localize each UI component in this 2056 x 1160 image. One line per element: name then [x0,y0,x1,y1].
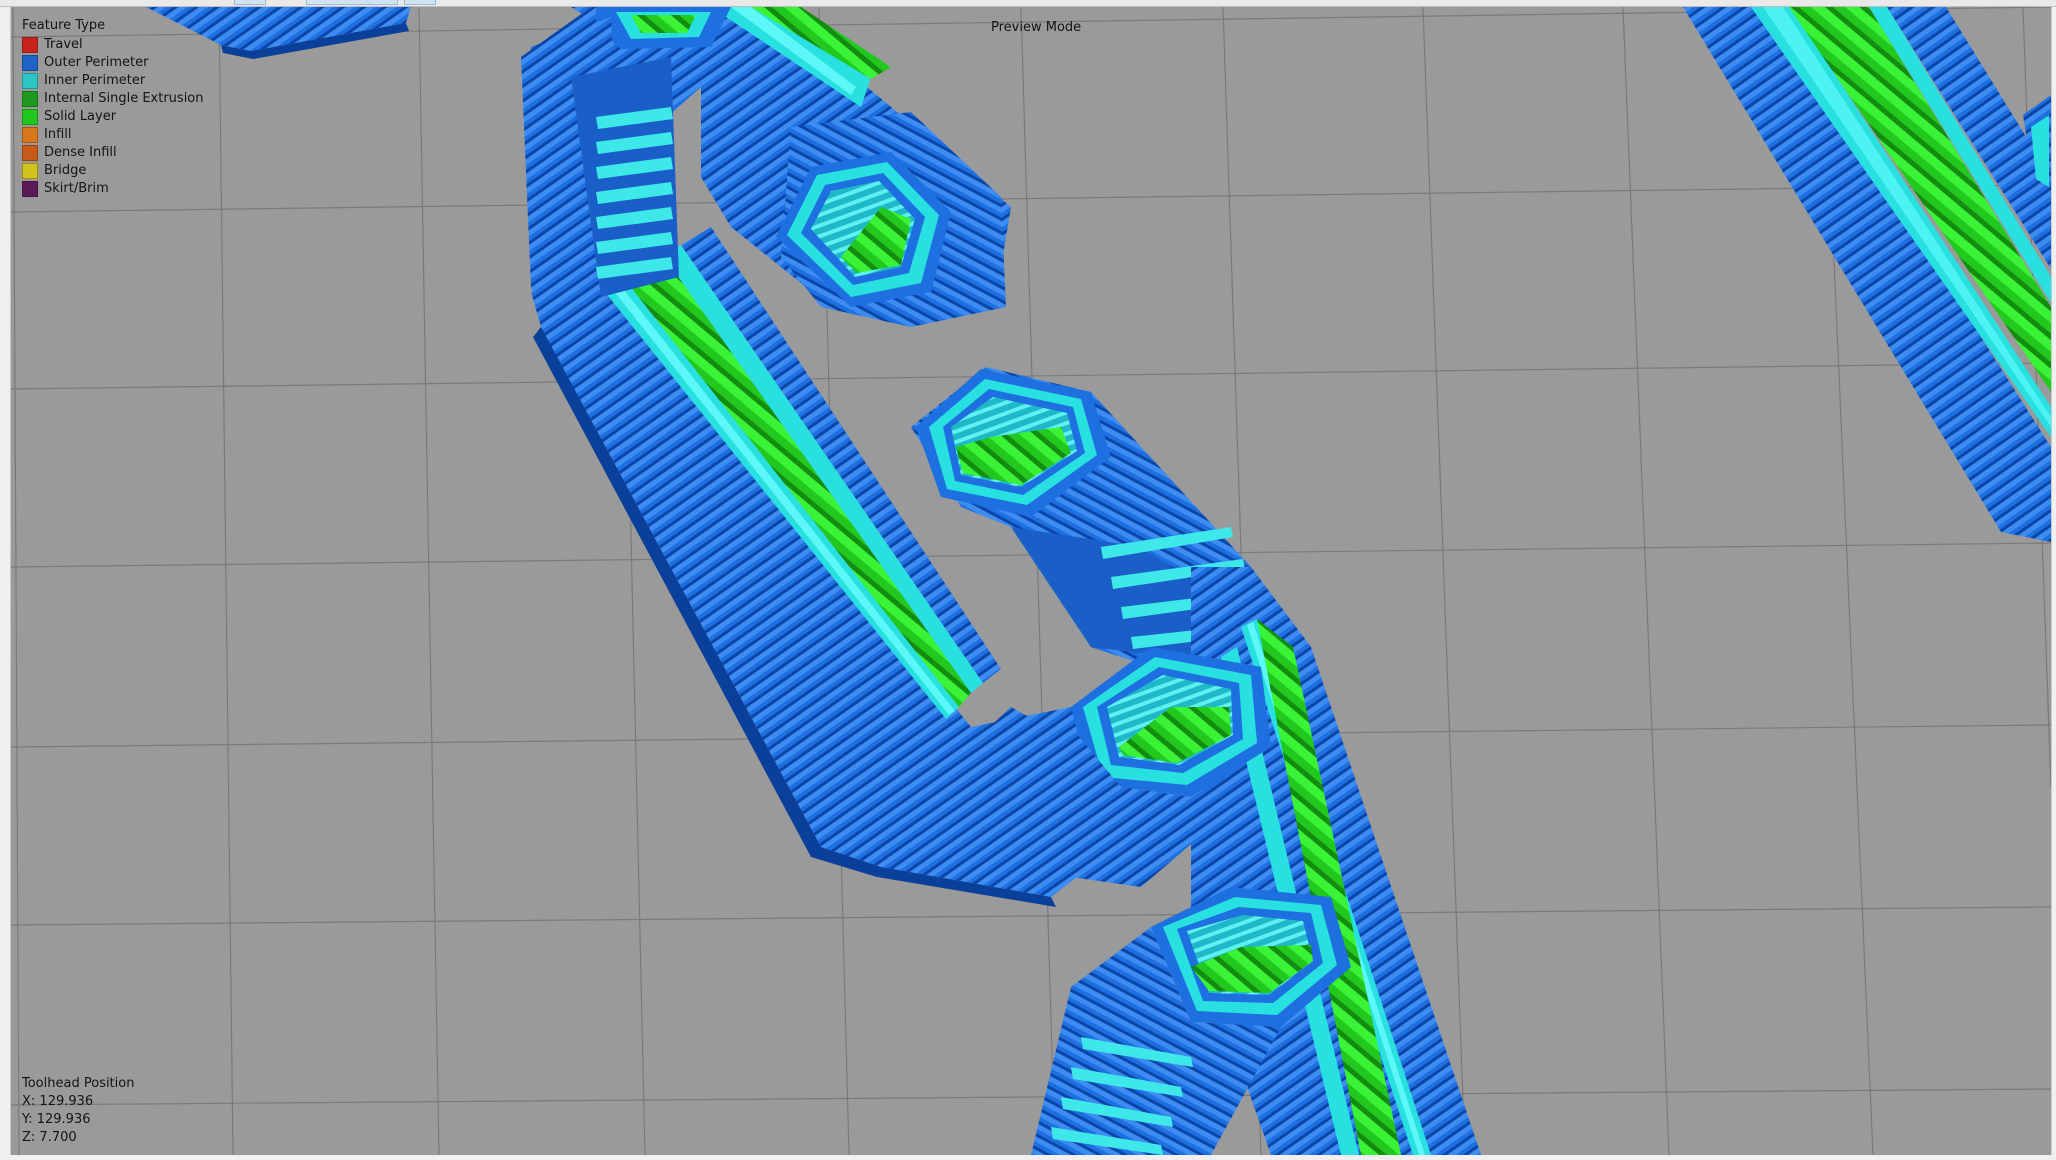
toolpath-preview-render[interactable] [11,7,2051,1155]
preview-mode-label: Preview Mode [991,20,1082,35]
legend-swatch [22,55,38,71]
legend-swatch [22,73,38,89]
legend-item-bridge: Bridge [22,162,204,180]
slicer-window: Feature Type Travel Outer Perimeter Inne… [0,0,2056,1160]
legend-item-solid-layer: Solid Layer [22,108,204,126]
toolhead-y: Y: 129.936 [22,1112,91,1127]
legend-label: Internal Single Extrusion [44,91,204,106]
legend-label: Outer Perimeter [44,55,149,70]
legend-item-outer-perimeter: Outer Perimeter [22,54,204,72]
legend-swatch [22,145,38,161]
toolhead-position-readout: Toolhead Position X: 129.936 Y: 129.936 … [22,1075,134,1147]
legend-item-inner-perimeter: Inner Perimeter [22,72,204,90]
legend-item-infill: Infill [22,126,204,144]
3d-preview-viewport[interactable]: Feature Type Travel Outer Perimeter Inne… [10,7,2052,1155]
legend-swatch [22,163,38,179]
legend-item-internal-single-extrusion: Internal Single Extrusion [22,90,204,108]
toolbar-button[interactable] [306,0,398,5]
left-column-layers [531,17,679,307]
legend-swatch [22,127,38,143]
legend-swatch [22,91,38,107]
feature-type-legend: Feature Type Travel Outer Perimeter Inne… [22,16,204,198]
legend-item-travel: Travel [22,36,204,54]
legend-swatch [22,181,38,197]
legend-item-skirt-brim: Skirt/Brim [22,180,204,198]
toolbar-button[interactable] [234,0,266,5]
legend-label: Infill [44,127,72,142]
legend-swatch [22,109,38,125]
legend-label: Dense Infill [44,145,117,160]
toolbar-strip [0,0,2056,7]
toolhead-z: Z: 7.700 [22,1130,77,1145]
toolbar-button[interactable] [404,0,436,5]
legend-list: Travel Outer Perimeter Inner Perimeter I… [22,36,204,198]
legend-label: Inner Perimeter [44,73,146,88]
toolhead-title: Toolhead Position [22,1076,135,1091]
legend-label: Solid Layer [44,109,117,124]
legend-item-dense-infill: Dense Infill [22,144,204,162]
legend-label: Skirt/Brim [44,181,109,196]
toolhead-x: X: 129.936 [22,1094,94,1109]
build-plate-background [11,7,2051,1155]
legend-label: Travel [44,37,83,52]
legend-swatch [22,37,38,53]
legend-label: Bridge [44,163,87,178]
legend-title: Feature Type [22,18,106,33]
